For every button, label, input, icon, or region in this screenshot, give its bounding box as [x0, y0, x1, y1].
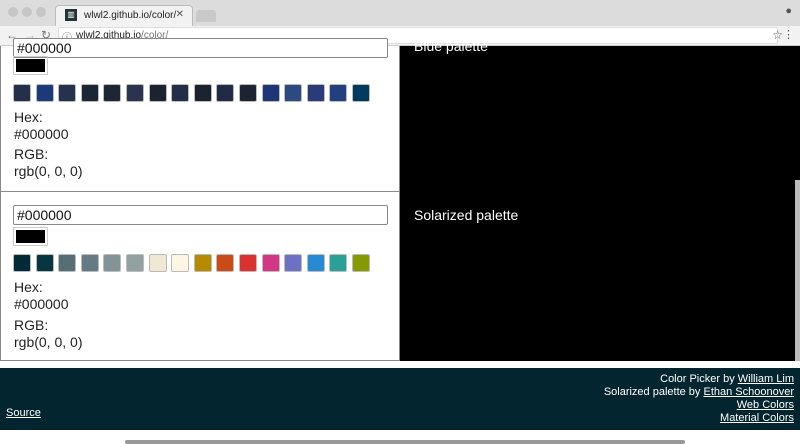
tab-bar: ▥ wlwl2.github.io/color/ ✕ ●: [0, 0, 800, 26]
color-swatch[interactable]: [262, 254, 280, 272]
color-swatch[interactable]: [36, 84, 54, 102]
palette-title: Solarized palette: [414, 207, 518, 223]
color-swatch[interactable]: [126, 84, 144, 102]
bookmark-star-icon[interactable]: ☆: [772, 28, 783, 42]
credit-text: Solarized palette by: [604, 386, 704, 398]
menu-icon[interactable]: ⋮: [783, 28, 794, 41]
author-link[interactable]: William Lim: [738, 373, 794, 385]
scrollbar[interactable]: [795, 180, 800, 361]
rgb-value: rgb(0, 0, 0): [14, 163, 82, 180]
color-preview: [13, 56, 48, 75]
color-swatch[interactable]: [352, 254, 370, 272]
favicon-icon: ▥: [65, 9, 77, 21]
footer: Color Picker by William Lim Solarized pa…: [0, 368, 800, 430]
hex-value: #000000: [14, 126, 69, 143]
rgb-label: RGB:: [14, 317, 48, 334]
source-link[interactable]: Source: [6, 407, 41, 419]
horizontal-scrollbar[interactable]: [125, 440, 685, 444]
swatch-row: [13, 84, 370, 102]
maximize-window-button[interactable]: [36, 7, 46, 17]
color-swatch[interactable]: [58, 254, 76, 272]
color-swatch[interactable]: [307, 254, 325, 272]
hex-value: #000000: [14, 296, 69, 313]
close-tab-icon[interactable]: ✕: [176, 9, 184, 20]
color-swatch[interactable]: [194, 254, 212, 272]
color-swatch[interactable]: [284, 84, 302, 102]
color-swatch[interactable]: [216, 84, 234, 102]
hex-label: Hex:: [14, 109, 43, 126]
color-swatch[interactable]: [81, 254, 99, 272]
color-swatch[interactable]: [262, 84, 280, 102]
solarized-picker-panel: #000000 Hex: #000000 RGB: rgb(0, 0, 0): [0, 191, 400, 361]
credit-text: Color Picker by: [660, 373, 738, 385]
blue-picker-panel: #000000 Hex: #000000 RGB: rgb(0, 0, 0): [0, 46, 400, 192]
solarized-author-link[interactable]: Ethan Schoonover: [703, 386, 794, 398]
browser-tab[interactable]: ▥ wlwl2.github.io/color/ ✕: [55, 5, 193, 26]
color-swatch[interactable]: [13, 254, 31, 272]
color-swatch[interactable]: [239, 254, 257, 272]
hex-label: Hex:: [14, 279, 43, 296]
color-preview: [13, 227, 48, 246]
color-swatch[interactable]: [239, 84, 257, 102]
palette-display: Blue palette Solarized palette: [400, 46, 800, 361]
profile-icon[interactable]: ●: [785, 5, 792, 17]
web-colors-link[interactable]: Web Colors: [737, 399, 794, 411]
material-colors-link[interactable]: Material Colors: [720, 412, 794, 424]
color-swatch[interactable]: [58, 84, 76, 102]
color-swatch[interactable]: [36, 254, 54, 272]
color-swatch[interactable]: [81, 84, 99, 102]
color-swatch[interactable]: [103, 254, 121, 272]
palette-title: Blue palette: [414, 38, 488, 54]
color-swatch[interactable]: [329, 254, 347, 272]
color-swatch[interactable]: [149, 84, 167, 102]
swatch-row: [13, 254, 370, 272]
close-window-button[interactable]: [8, 7, 18, 17]
color-input[interactable]: #000000: [13, 38, 388, 58]
color-input[interactable]: #000000: [13, 205, 388, 225]
color-swatch[interactable]: [284, 254, 302, 272]
color-swatch[interactable]: [171, 254, 189, 272]
tab-title: wlwl2.github.io/color/: [84, 10, 176, 21]
color-swatch[interactable]: [103, 84, 121, 102]
new-tab-button[interactable]: [196, 10, 216, 22]
color-swatch[interactable]: [194, 84, 212, 102]
color-swatch[interactable]: [126, 254, 144, 272]
rgb-value: rgb(0, 0, 0): [14, 334, 82, 351]
color-swatch[interactable]: [216, 254, 234, 272]
color-swatch[interactable]: [13, 84, 31, 102]
color-swatch[interactable]: [307, 84, 325, 102]
color-swatch[interactable]: [149, 254, 167, 272]
color-swatch[interactable]: [352, 84, 370, 102]
color-swatch[interactable]: [329, 84, 347, 102]
minimize-window-button[interactable]: [22, 7, 32, 17]
rgb-label: RGB:: [14, 146, 48, 163]
color-swatch[interactable]: [171, 84, 189, 102]
